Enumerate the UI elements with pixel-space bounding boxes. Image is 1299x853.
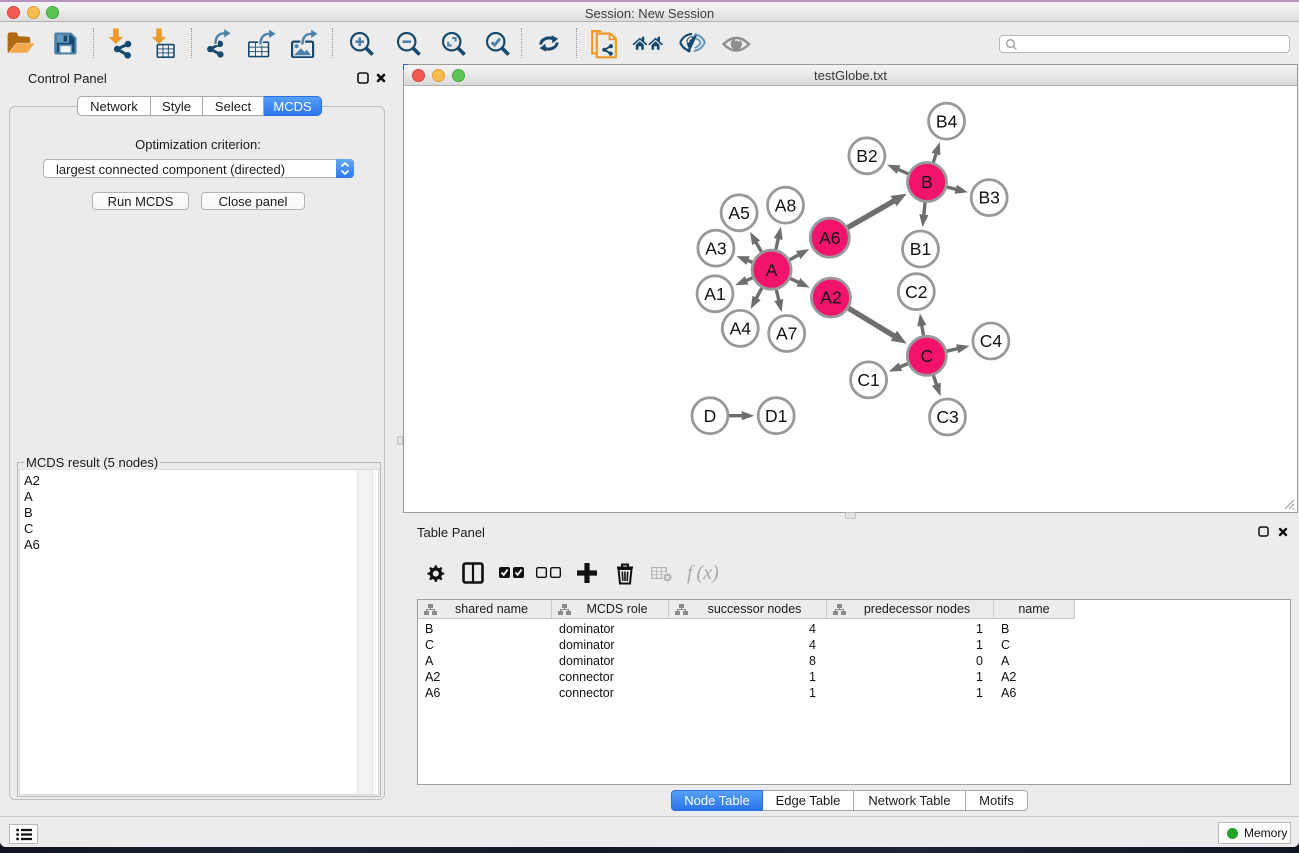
svg-text:A5: A5 [728,203,749,223]
svg-text:D: D [704,406,717,426]
svg-text:C2: C2 [905,282,927,302]
svg-text:C: C [920,346,933,366]
svg-text:C3: C3 [936,407,958,427]
svg-text:A8: A8 [775,195,796,215]
svg-text:B: B [921,172,933,192]
svg-text:A7: A7 [776,324,797,344]
svg-text:C4: C4 [980,331,1003,351]
svg-text:A6: A6 [819,228,840,248]
svg-text:B4: B4 [936,111,958,131]
svg-text:A3: A3 [705,238,726,258]
svg-text:A2: A2 [820,288,841,308]
svg-text:A1: A1 [704,284,725,304]
svg-text:A4: A4 [730,319,752,339]
svg-text:B2: B2 [856,146,877,166]
svg-text:B1: B1 [910,239,931,259]
svg-text:B3: B3 [978,188,999,208]
svg-text:D1: D1 [765,406,787,426]
svg-text:C1: C1 [857,370,879,390]
svg-text:A: A [766,260,778,280]
